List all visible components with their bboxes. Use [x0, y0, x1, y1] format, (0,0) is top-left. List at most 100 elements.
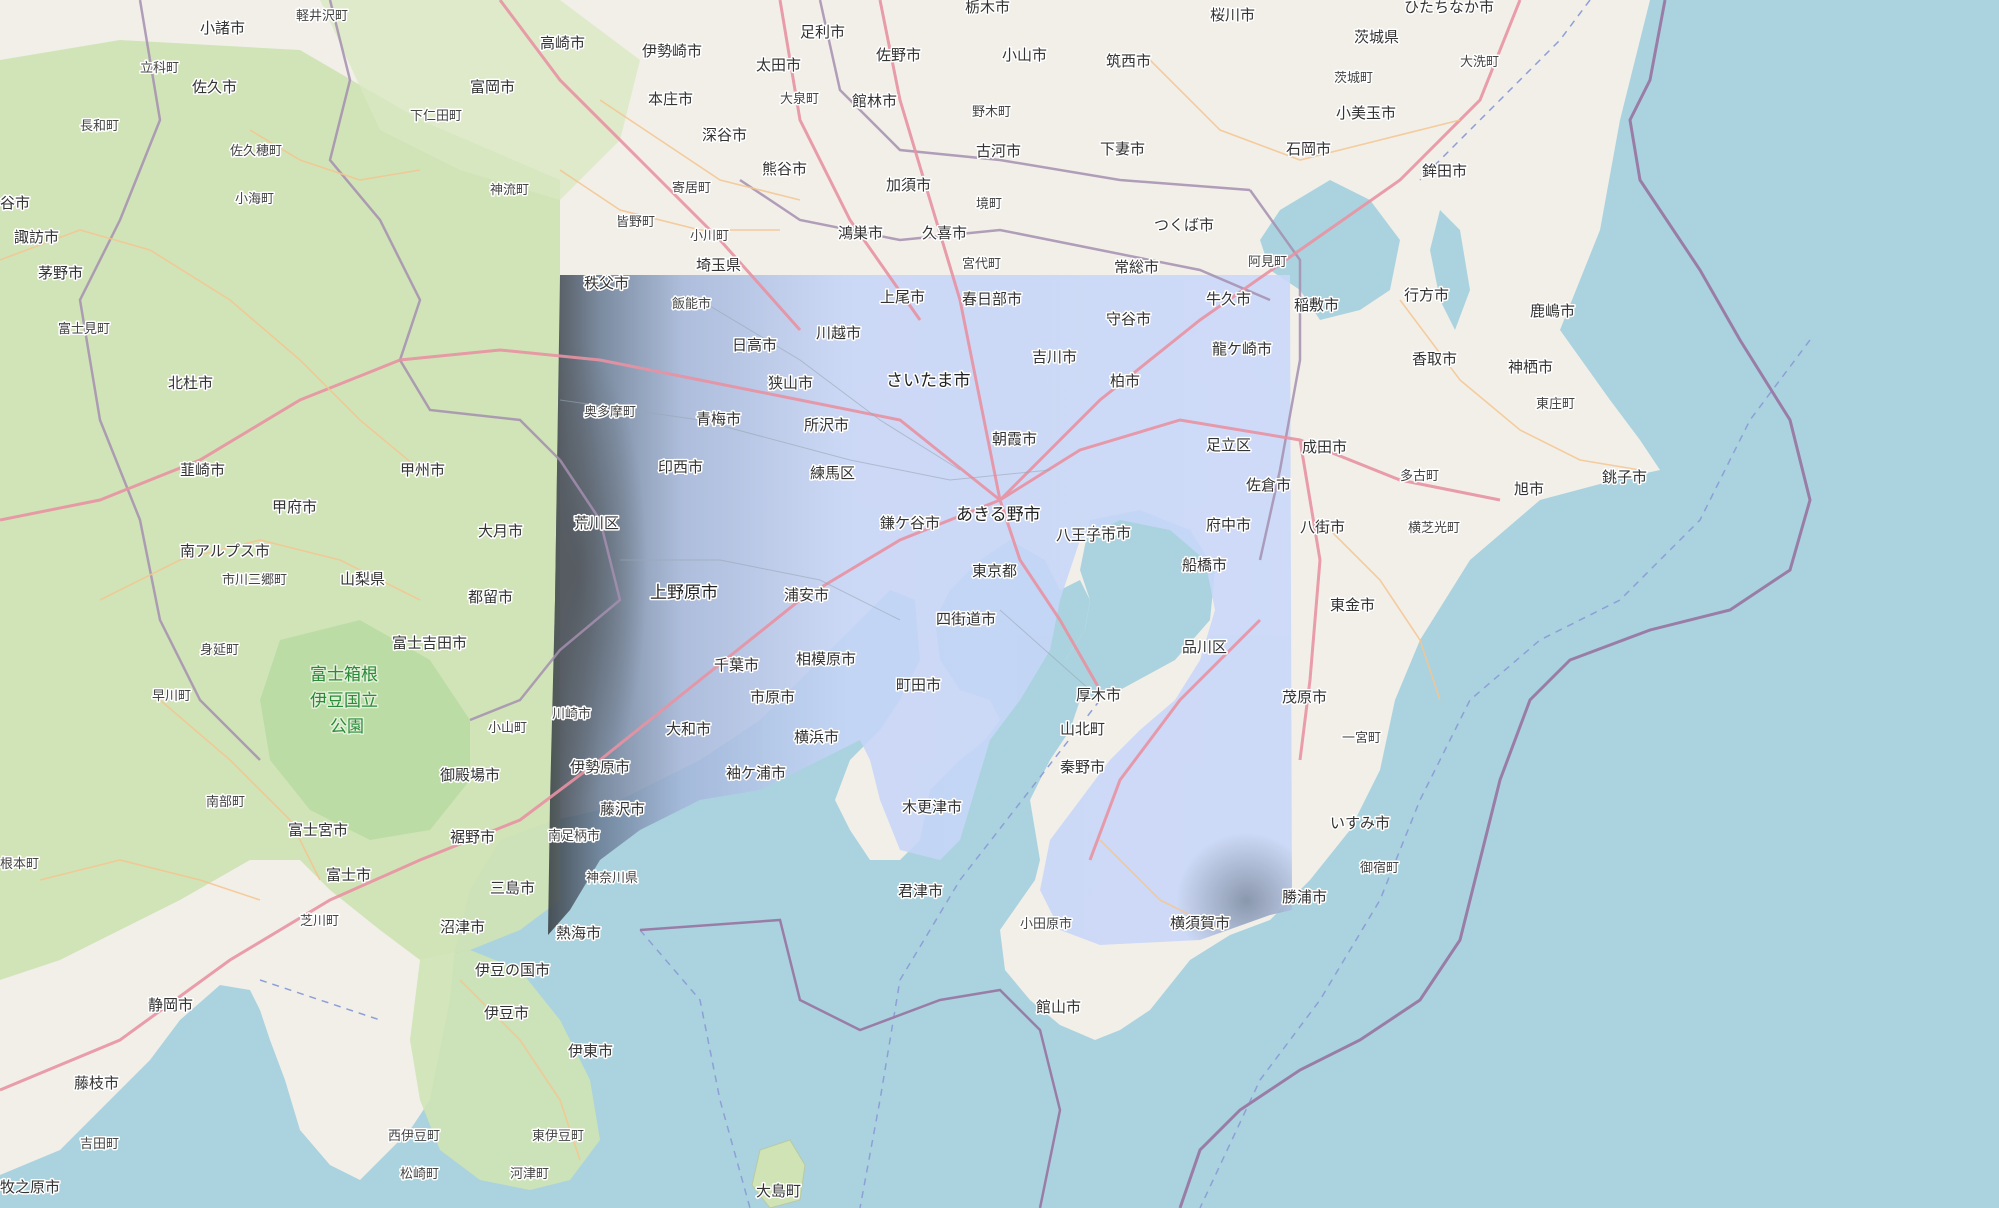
map-label: 上野原市	[650, 583, 718, 603]
map-label: 公園	[330, 717, 364, 737]
map-label: 伊豆の国市	[475, 961, 550, 979]
map-label: 野木町	[972, 105, 1011, 120]
map-label: 春日部市	[962, 290, 1022, 308]
map-label: 朝霞市	[992, 430, 1037, 448]
map-label: 行方市	[1404, 286, 1449, 304]
map-label: 河津町	[510, 1167, 549, 1182]
map-canvas[interactable]: 小諸市 軽井沢町 立科町 佐久市 長和町 佐久穂町 下仁田町 富岡市 小海町 神…	[0, 0, 1999, 1208]
map-label: 鹿嶋市	[1530, 302, 1575, 320]
map-label: 千葉市	[714, 656, 759, 674]
map-label: 佐野市	[876, 46, 921, 64]
map-label: 熱海市	[556, 924, 601, 942]
map-label: 伊勢原市	[570, 758, 630, 776]
map-label: 常総市	[1114, 258, 1159, 276]
map-label: 西伊豆町	[388, 1129, 440, 1144]
map-label: さいたま市	[886, 371, 971, 391]
map-label: 市原市	[750, 688, 795, 706]
map-label: 軽井沢町	[296, 9, 348, 24]
map-label: 香取市	[1412, 350, 1457, 368]
map-label: 奥多摩町	[584, 404, 636, 420]
map-label: 相模原市	[796, 650, 856, 668]
map-label: 下妻市	[1100, 140, 1145, 158]
map-label: 甲州市	[400, 461, 445, 479]
map-label: 身延町	[200, 642, 239, 658]
map-label: 栃木市	[965, 0, 1010, 16]
map-label: 藤枝市	[74, 1074, 119, 1092]
map-label: 伊豆市	[484, 1004, 529, 1022]
map-label: 山北町	[1060, 720, 1105, 738]
map-label: 大泉町	[780, 91, 819, 107]
map-label: 横芝光町	[1408, 520, 1460, 536]
map-label: 浦安市	[784, 586, 829, 604]
map-label: 東金市	[1330, 596, 1375, 614]
map-label: 牛久市	[1206, 290, 1251, 308]
map-label: 谷市	[0, 194, 30, 212]
map-label: 成田市	[1302, 438, 1347, 456]
map-label: 市川三郷町	[222, 572, 287, 588]
map-label: 都留市	[468, 588, 513, 606]
map-label: 熊谷市	[762, 160, 807, 178]
map-label: 小田原市	[1020, 916, 1072, 932]
map-label: 神栖市	[1508, 358, 1553, 376]
map-label: 府中市	[1206, 516, 1251, 534]
map-label: 甲府市	[272, 498, 317, 516]
map-label: 立科町	[140, 61, 179, 76]
map-label: 荒川区	[574, 514, 619, 532]
map-label: 諏訪市	[14, 228, 59, 246]
map-label: 吉川市	[1032, 348, 1077, 366]
map-label: 横浜市	[794, 728, 839, 746]
map-label: 横須賀市	[1170, 914, 1230, 932]
map-label: 筑西市	[1106, 52, 1151, 70]
map-label: 南部町	[206, 794, 245, 810]
map-label: 藤沢市	[600, 800, 645, 818]
map-label: 鎌ケ谷市	[880, 514, 940, 532]
map-label: 青梅市	[696, 410, 741, 428]
map-label: 皆野町	[616, 215, 655, 230]
map-label: ひたちなか市	[1404, 0, 1494, 16]
map-label: 木更津市	[902, 798, 962, 816]
map-label: 根本町	[0, 857, 39, 872]
map-label: 勝浦市	[1282, 888, 1327, 906]
map-label: 境町	[976, 197, 1002, 212]
map-label: 牧之原市	[0, 1178, 60, 1196]
map-label: 一宮町	[1342, 730, 1381, 746]
map-label: 韮崎市	[180, 461, 225, 479]
map-label: あきる野市	[956, 505, 1041, 525]
map-label: 宮代町	[962, 256, 1001, 272]
map-label: 大月市	[478, 522, 523, 540]
map-label: 飯能市	[672, 296, 711, 312]
map-label: 八街市	[1300, 518, 1345, 536]
map-label: 長和町	[80, 119, 119, 134]
map-label: 日高市	[732, 336, 777, 354]
map-label: 富士市	[326, 866, 371, 884]
map-label: 南アルプス市	[180, 542, 270, 560]
map-label: 富士見町	[58, 321, 110, 337]
map-label: 富士箱根	[310, 665, 378, 685]
map-label: 小川町	[690, 229, 729, 244]
map-label: 茨城県	[1354, 28, 1399, 46]
map-label: 東庄町	[1536, 396, 1575, 412]
map-label: 龍ケ崎市	[1212, 340, 1272, 358]
map-label: 館林市	[852, 92, 897, 110]
map-label: 稲敷市	[1294, 296, 1339, 314]
map-label: 久喜市	[922, 224, 967, 242]
map-label: 狭山市	[768, 374, 813, 392]
map-label: 小山市	[1002, 46, 1047, 64]
map-label: 伊勢崎市	[642, 42, 702, 60]
map-label: 寄居町	[672, 180, 711, 196]
map-label: 足立区	[1206, 436, 1251, 454]
map-label: 川越市	[816, 324, 861, 342]
map-label: 八王子市	[1056, 526, 1116, 544]
map-label: 練馬区	[810, 464, 855, 482]
map-label: 大和市	[666, 720, 711, 738]
map-label: 高崎市	[540, 34, 585, 52]
map-label: 深谷市	[702, 126, 747, 144]
map-label: 東伊豆町	[532, 1128, 584, 1144]
map-label: 船橋市	[1182, 556, 1227, 574]
map-label: 鴻巣市	[838, 224, 883, 242]
map-label: 佐久市	[192, 78, 237, 96]
map-label: 富士吉田市	[392, 634, 467, 652]
map-label: 上尾市	[880, 288, 925, 306]
map-label: 君津市	[898, 882, 943, 900]
map-label: 神奈川県	[586, 871, 638, 886]
